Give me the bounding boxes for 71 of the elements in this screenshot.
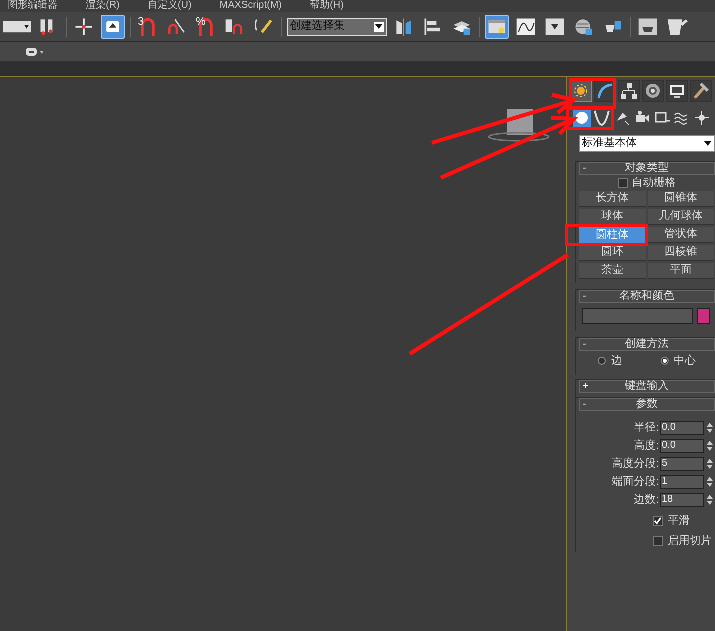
radio-label: 中心 [674, 356, 696, 366]
category-dropdown[interactable]: 标准基本体 [579, 135, 715, 152]
object-type-button[interactable]: 平面 [648, 263, 714, 279]
highlight-rectangle [570, 78, 616, 110]
object-type-button[interactable]: 四棱锥 [648, 245, 714, 261]
spinner-icon[interactable] [706, 421, 714, 435]
hierarchy-tab[interactable] [618, 80, 640, 102]
color-swatch[interactable] [697, 308, 710, 324]
number-field[interactable]: 1 [660, 475, 704, 489]
systems-icon [693, 108, 711, 126]
checkbox-label: 平滑 [668, 516, 690, 526]
object-type-button[interactable]: 长方体 [579, 191, 646, 207]
menu-item[interactable]: 帮助(H) [310, 0, 344, 12]
field-label: 高度: [634, 440, 659, 452]
radio-button[interactable] [598, 357, 606, 365]
rollout-header[interactable]: - 创建方法 [579, 338, 715, 351]
object-type-button[interactable]: 几何球体 [648, 209, 714, 225]
utilities-icon [691, 81, 711, 101]
scene-explorer-button[interactable] [485, 14, 509, 38]
rollout-toggle[interactable]: - [583, 164, 586, 174]
object-type-button[interactable]: 球体 [579, 209, 646, 225]
radio-label: 边 [611, 356, 622, 366]
shapes-category-button[interactable] [593, 108, 611, 126]
spinner-icon[interactable] [706, 493, 714, 507]
highlight-rectangle [566, 108, 614, 130]
rollout-header[interactable]: - 参数 [579, 398, 715, 411]
object-type-button[interactable]: 管状体 [648, 227, 714, 243]
field-label: 高度分段: [612, 458, 659, 470]
snap-button[interactable]: 3 [136, 14, 160, 38]
viewport-menu-icon[interactable] [26, 46, 46, 56]
rollout-header[interactable]: - 名称和颜色 [579, 290, 715, 303]
rollout-toggle[interactable]: - [583, 400, 586, 410]
spinner-icon[interactable] [706, 457, 714, 471]
caret-icon [375, 24, 383, 29]
field-label: 端面分段: [612, 476, 659, 488]
number-field[interactable]: 0.0 [660, 421, 704, 435]
menu-item[interactable]: 图形编辑器 [8, 0, 58, 12]
utilities-tab[interactable] [690, 80, 712, 102]
radio-button[interactable] [660, 357, 669, 365]
checkbox-label: 自动栅格 [632, 178, 676, 188]
hierarchy-icon [619, 81, 639, 101]
selection-set-dropdown[interactable]: 创建选择集 [287, 18, 387, 36]
rollout-toggle[interactable]: - [583, 340, 586, 350]
rollout-toggle[interactable]: - [583, 292, 586, 302]
rollout-header[interactable]: - 对象类型 [579, 162, 715, 175]
number-field[interactable]: 0.0 [660, 439, 704, 453]
object-type-button[interactable]: 茶壶 [579, 263, 646, 279]
display-tab[interactable] [666, 80, 688, 102]
number-field[interactable]: 18 [660, 493, 704, 507]
motion-tab[interactable] [642, 80, 664, 102]
field-label: 边数: [634, 494, 659, 506]
modify-icon [595, 81, 615, 101]
number-field[interactable]: 5 [660, 457, 704, 471]
shapes-icon [593, 108, 611, 126]
select-object-button[interactable] [101, 14, 125, 38]
checkbox[interactable] [653, 516, 663, 526]
view-cube-icon[interactable] [487, 107, 551, 143]
checkbox-label: 启用切片 [668, 536, 712, 546]
rollout-toggle[interactable]: + [583, 382, 589, 392]
systems-category-button[interactable] [693, 108, 711, 126]
object-type-button[interactable]: 圆锥体 [648, 191, 714, 207]
checkbox[interactable] [653, 536, 663, 546]
name-field[interactable] [582, 308, 693, 324]
menu-item[interactable]: MAXScript(M) [220, 0, 282, 12]
caret-icon [704, 141, 712, 146]
rollout-header[interactable]: + 键盘输入 [579, 380, 715, 393]
spinner-icon[interactable] [706, 475, 714, 489]
field-label: 半径: [634, 422, 659, 434]
motion-icon [643, 81, 663, 101]
spinner-icon[interactable] [706, 439, 714, 453]
checkbox[interactable] [618, 178, 628, 188]
